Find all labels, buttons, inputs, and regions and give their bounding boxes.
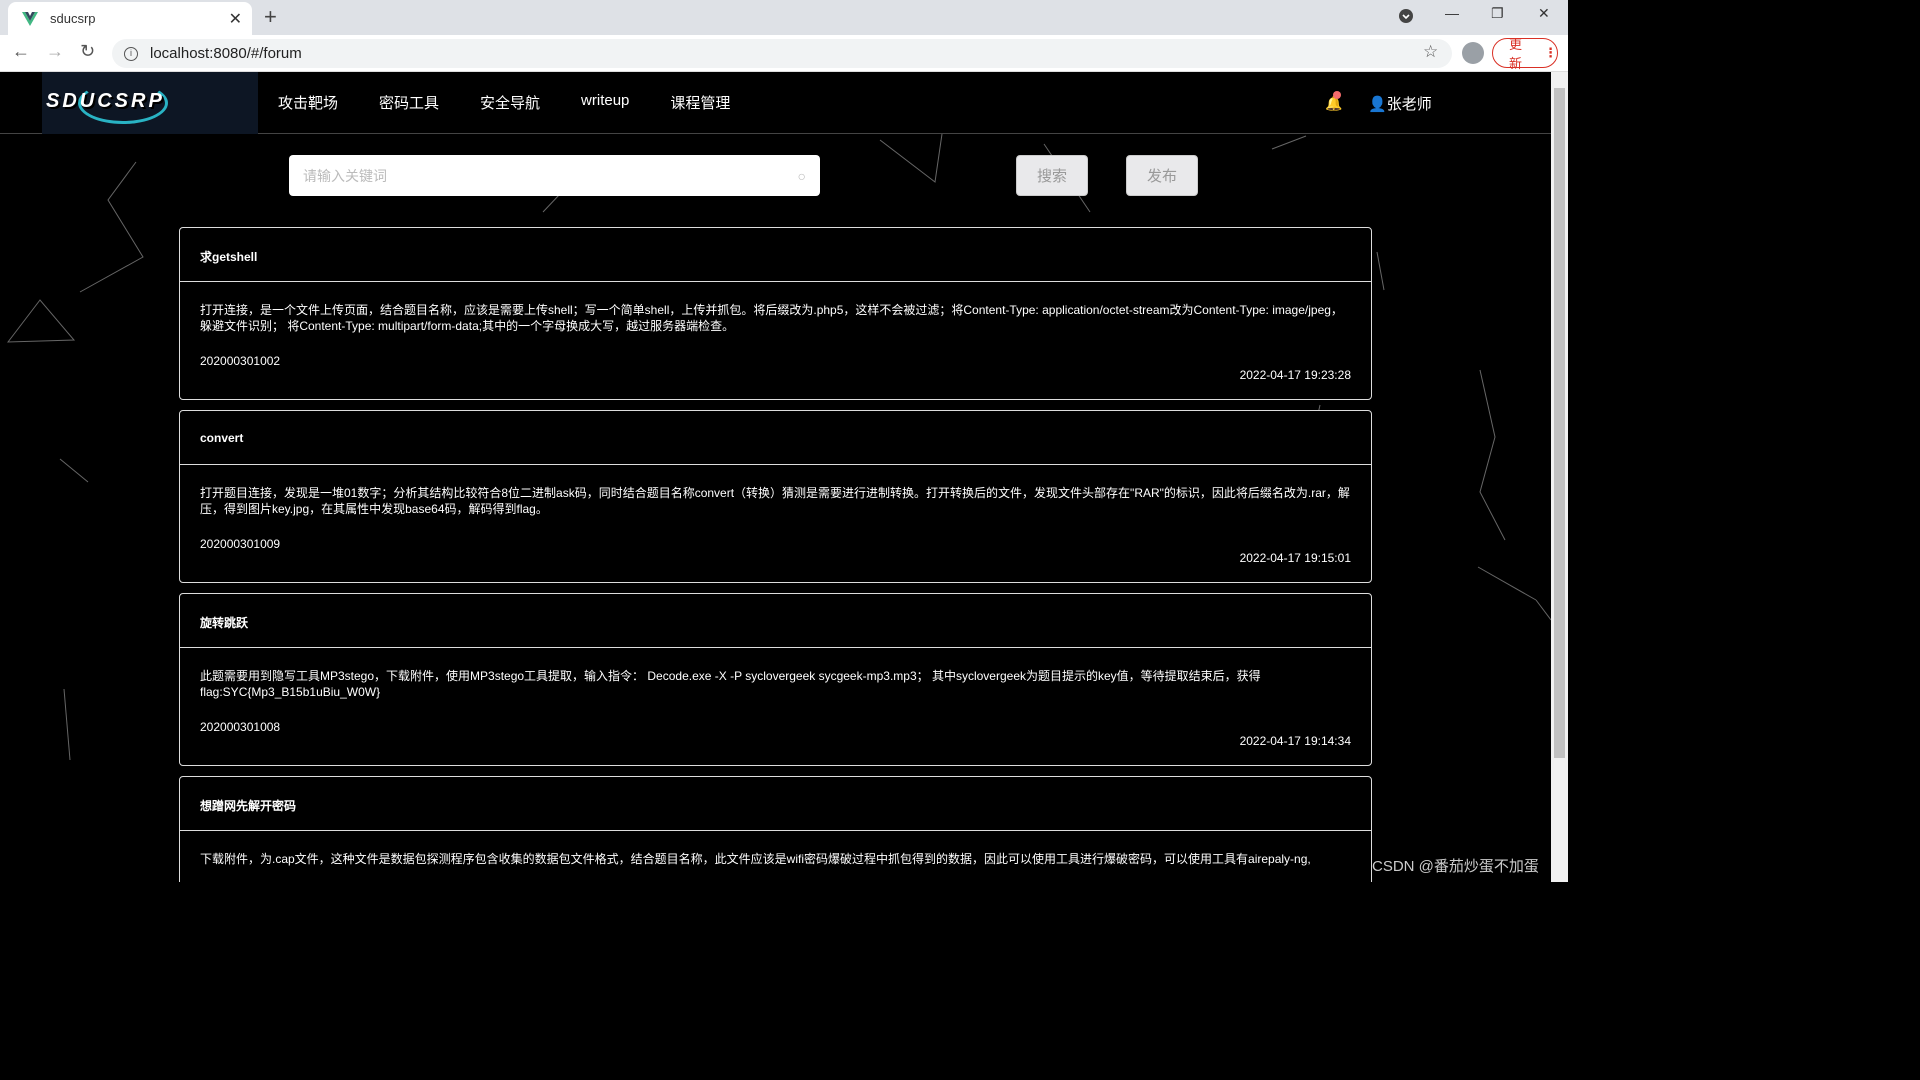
browser-tab-bar: sducsrp ✕ + — ❐ ✕ [0, 0, 1568, 35]
post-title: 旋转跳跃 [180, 594, 1371, 648]
post-time: 2022-04-17 19:23:28 [1239, 368, 1351, 382]
post-title: 求getshell [180, 228, 1371, 282]
tab-search-icon[interactable] [1398, 8, 1414, 27]
post-card[interactable]: 旋转跳跃 此题需要用到隐写工具MP3stego，下载附件，使用MP3stego工… [179, 593, 1372, 766]
update-label: 更新 [1509, 37, 1523, 71]
forward-icon[interactable]: → [46, 41, 64, 62]
menu-item-attack-range[interactable]: 攻击靶场 [278, 92, 338, 113]
post-body: 下载附件，为.cap文件，这种文件是数据包探测程序包含收集的数据包文件格式，结合… [180, 831, 1371, 882]
menu-item-security-nav[interactable]: 安全导航 [480, 92, 540, 113]
post-time: 2022-04-17 19:15:01 [1239, 551, 1351, 565]
post-content: 下载附件，为.cap文件，这种文件是数据包探测程序包含收集的数据包文件格式，结合… [200, 852, 1311, 866]
post-title: convert [180, 411, 1371, 465]
vue-logo-icon [22, 11, 38, 26]
user-menu[interactable]: 👤张老师 [1368, 93, 1432, 114]
site-logo[interactable]: SDUCSRP [42, 72, 258, 134]
browser-tab[interactable]: sducsrp ✕ [8, 2, 252, 35]
publish-button[interactable]: 发布 [1126, 155, 1198, 196]
minimize-icon[interactable]: — [1445, 5, 1459, 21]
back-icon[interactable]: ← [12, 41, 30, 62]
address-bar[interactable]: i localhost:8080/#/forum [112, 39, 1452, 68]
post-body: 此题需要用到隐写工具MP3stego，下载附件，使用MP3stego工具提取，输… [180, 648, 1371, 765]
url-text: localhost:8080/#/forum [150, 45, 302, 62]
post-body: 打开题目连接，发现是一堆01数字；分析其结构比较符合8位二进制ask码，同时结合… [180, 465, 1371, 582]
post-time: 2022-04-17 19:14:34 [1239, 734, 1351, 748]
search-input[interactable] [303, 167, 798, 184]
post-title: 想蹭网先解开密码 [180, 777, 1371, 831]
post-content: 打开连接，是一个文件上传页面，结合题目名称，应该是需要上传shell；写一个简单… [200, 303, 1343, 333]
scrollbar-thumb[interactable] [1554, 88, 1565, 758]
site-info-icon[interactable]: i [124, 46, 138, 61]
post-content: 此题需要用到隐写工具MP3stego，下载附件，使用MP3stego工具提取，输… [200, 669, 1261, 699]
forum-page: SDUCSRP 攻击靶场 密码工具 安全导航 writeup 课程管理 🔔 👤张… [0, 72, 1551, 882]
tab-title: sducsrp [50, 11, 96, 26]
post-content: 打开题目连接，发现是一堆01数字；分析其结构比较符合8位二进制ask码，同时结合… [200, 486, 1350, 516]
logo-text: SDUCSRP [46, 90, 165, 112]
notification-dot [1333, 91, 1341, 99]
profile-avatar-icon[interactable] [1462, 42, 1484, 64]
reload-icon[interactable]: ↻ [80, 41, 95, 62]
bookmark-star-icon[interactable]: ☆ [1423, 42, 1438, 62]
post-card[interactable]: convert 打开题目连接，发现是一堆01数字；分析其结构比较符合8位二进制a… [179, 410, 1372, 583]
restore-icon[interactable]: ❐ [1491, 5, 1504, 22]
new-tab-icon[interactable]: + [264, 5, 277, 29]
post-card[interactable]: 求getshell 打开连接，是一个文件上传页面，结合题目名称，应该是需要上传s… [179, 227, 1372, 400]
search-button[interactable]: 搜索 [1016, 155, 1088, 196]
update-button[interactable]: 更新 ⋮ [1492, 37, 1558, 71]
notification-bell-icon[interactable]: 🔔 [1325, 91, 1342, 112]
close-window-icon[interactable]: ✕ [1538, 5, 1550, 22]
browser-toolbar: ← → ↻ i localhost:8080/#/forum ☆ 更新 ⋮ [0, 35, 1568, 72]
post-card[interactable]: 想蹭网先解开密码 下载附件，为.cap文件，这种文件是数据包探测程序包含收集的数… [179, 776, 1372, 882]
post-body: 打开连接，是一个文件上传页面，结合题目名称，应该是需要上传shell；写一个简单… [180, 282, 1371, 399]
search-icon[interactable]: ○ [798, 168, 806, 184]
site-header: SDUCSRP 攻击靶场 密码工具 安全导航 writeup 课程管理 🔔 👤张… [0, 72, 1551, 134]
user-name: 张老师 [1386, 96, 1432, 113]
tab-close-icon[interactable]: ✕ [229, 9, 242, 29]
page-scrollbar[interactable] [1551, 72, 1568, 882]
post-list: 求getshell 打开连接，是一个文件上传页面，结合题目名称，应该是需要上传s… [179, 227, 1372, 882]
csdn-watermark: CSDN @番茄炒蛋不加蛋 [1372, 858, 1539, 875]
user-icon: 👤 [1368, 96, 1387, 113]
menu-dots-icon: ⋮ [1544, 45, 1557, 60]
menu-item-writeup[interactable]: writeup [581, 92, 629, 113]
main-menu: 攻击靶场 密码工具 安全导航 writeup 课程管理 [278, 92, 730, 113]
menu-item-course-management[interactable]: 课程管理 [670, 92, 730, 113]
menu-item-crypto-tools[interactable]: 密码工具 [379, 92, 439, 113]
search-box: ○ [289, 155, 820, 196]
